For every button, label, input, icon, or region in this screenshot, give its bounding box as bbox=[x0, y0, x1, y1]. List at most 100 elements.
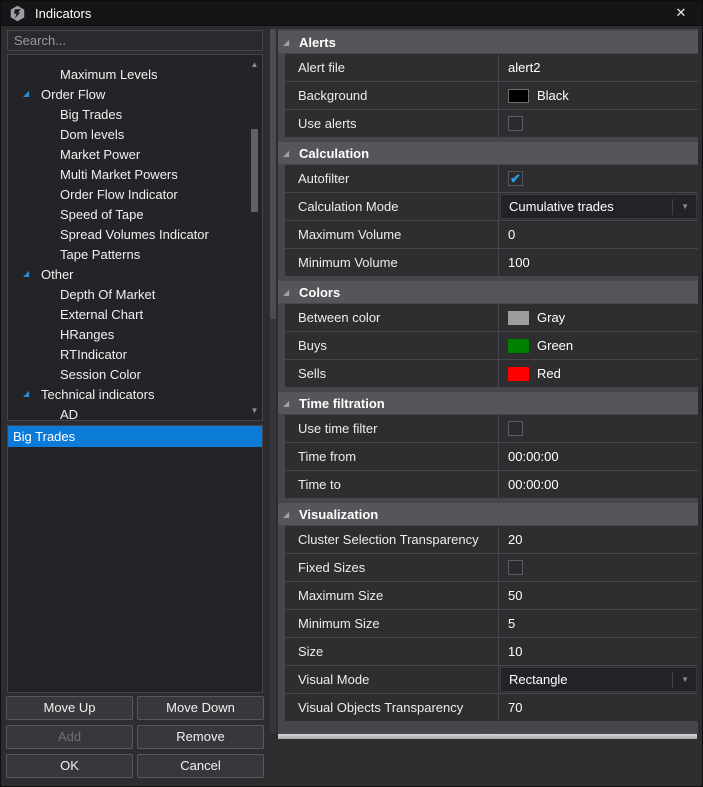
tree-item-hranges[interactable]: HRanges bbox=[8, 324, 262, 344]
checkbox[interactable] bbox=[508, 116, 523, 131]
tree-item-market-power[interactable]: Market Power bbox=[8, 144, 262, 164]
tree-item-depth-of-market[interactable]: Depth Of Market bbox=[8, 284, 262, 304]
value-text[interactable]: 20 bbox=[508, 532, 522, 547]
move-up-button[interactable]: Move Up bbox=[6, 696, 133, 720]
prop-value[interactable]: 50 bbox=[499, 582, 698, 609]
section-header-colors[interactable]: ◢ Colors bbox=[278, 281, 698, 303]
prop-value[interactable]: Green bbox=[499, 332, 698, 359]
expander-icon[interactable]: ◢ bbox=[23, 264, 34, 284]
value-text[interactable]: 00:00:00 bbox=[508, 449, 559, 464]
remove-button[interactable]: Remove bbox=[137, 725, 264, 749]
scrollbar-thumb[interactable] bbox=[251, 129, 258, 212]
dropdown-value: Rectangle bbox=[509, 672, 568, 687]
prop-value[interactable] bbox=[499, 110, 698, 137]
collapse-icon[interactable]: ◢ bbox=[283, 288, 295, 297]
move-down-button[interactable]: Move Down bbox=[137, 696, 264, 720]
prop-row-alert-file: Alert file alert2 bbox=[285, 54, 698, 81]
properties-scrollbar[interactable] bbox=[270, 29, 276, 734]
prop-value[interactable]: 70 bbox=[499, 694, 698, 721]
tree-item-technical-indicators[interactable]: ◢ Technical indicators bbox=[8, 384, 262, 404]
add-button[interactable]: Add bbox=[6, 725, 133, 749]
checkbox[interactable] bbox=[508, 421, 523, 436]
value-text[interactable]: 5 bbox=[508, 616, 515, 631]
dropdown[interactable]: Rectangle ▼ bbox=[500, 667, 697, 692]
prop-value[interactable] bbox=[499, 415, 698, 442]
value-text[interactable]: 10 bbox=[508, 644, 522, 659]
expander-icon[interactable]: ◢ bbox=[23, 84, 34, 104]
title-bar[interactable]: Indicators ✕ bbox=[1, 1, 702, 26]
selected-indicators-list[interactable]: Big Trades bbox=[7, 425, 263, 693]
list-item-big-trades[interactable]: Big Trades bbox=[8, 426, 262, 447]
close-icon[interactable]: ✕ bbox=[666, 1, 696, 26]
prop-value[interactable]: Cumulative trades ▼ bbox=[499, 193, 698, 220]
tree-item-session-color[interactable]: Session Color bbox=[8, 364, 262, 384]
prop-value[interactable]: 10 bbox=[499, 638, 698, 665]
color-swatch[interactable] bbox=[508, 366, 529, 381]
collapse-icon[interactable]: ◢ bbox=[283, 149, 295, 158]
collapse-icon[interactable]: ◢ bbox=[283, 38, 295, 47]
prop-value[interactable]: alert2 bbox=[499, 54, 698, 81]
dropdown[interactable]: Cumulative trades ▼ bbox=[500, 194, 697, 219]
section-title: Alerts bbox=[299, 34, 336, 50]
prop-value[interactable]: Red bbox=[499, 360, 698, 387]
indicator-tree[interactable]: Maximum Levels ◢ Order Flow Big Trades Dom l… bbox=[7, 54, 263, 421]
tree-item-external-chart[interactable]: External Chart bbox=[8, 304, 262, 324]
tree-item-tape-patterns[interactable]: Tape Patterns bbox=[8, 244, 262, 264]
checkbox[interactable] bbox=[508, 560, 523, 575]
value-text[interactable]: 00:00:00 bbox=[508, 477, 559, 492]
value-text[interactable]: 70 bbox=[508, 700, 522, 715]
section-header-visualization[interactable]: ◢ Visualization bbox=[278, 503, 698, 525]
prop-value[interactable]: 20 bbox=[499, 526, 698, 553]
section-title: Visualization bbox=[299, 506, 379, 522]
prop-label: Sells bbox=[285, 360, 499, 387]
tree-item-speed-of-tape[interactable]: Speed of Tape bbox=[8, 204, 262, 224]
prop-value[interactable]: ✔ bbox=[499, 165, 698, 192]
scroll-up-icon[interactable]: ▲ bbox=[248, 58, 261, 72]
prop-value[interactable]: Rectangle ▼ bbox=[499, 666, 698, 693]
collapse-icon[interactable]: ◢ bbox=[283, 399, 295, 408]
prop-value[interactable]: Black bbox=[499, 82, 698, 109]
tree-item-order-flow[interactable]: ◢ Order Flow bbox=[8, 84, 262, 104]
color-swatch[interactable] bbox=[508, 310, 529, 325]
prop-label: Minimum Volume bbox=[285, 249, 499, 276]
prop-row-sells: Sells Red bbox=[285, 360, 698, 387]
tree-scrollbar[interactable]: ▲ ▼ bbox=[248, 56, 261, 420]
collapse-icon[interactable]: ◢ bbox=[283, 510, 295, 519]
prop-value[interactable] bbox=[499, 554, 698, 581]
prop-value[interactable]: 5 bbox=[499, 610, 698, 637]
value-text[interactable]: 0 bbox=[508, 227, 515, 242]
tree-item-order-flow-indicator[interactable]: Order Flow Indicator bbox=[8, 184, 262, 204]
tree-item-rtindicator[interactable]: RTIndicator bbox=[8, 344, 262, 364]
prop-row-visual-objects-transparency: Visual Objects Transparency 70 bbox=[285, 694, 698, 721]
tree-item-maximum-levels[interactable]: Maximum Levels bbox=[8, 64, 262, 84]
tree-item-label: Other bbox=[41, 266, 74, 282]
section-header-calculation[interactable]: ◢ Calculation bbox=[278, 142, 698, 164]
value-text[interactable]: 50 bbox=[508, 588, 522, 603]
tree-item-other[interactable]: ◢ Other bbox=[8, 264, 262, 284]
tree-item-ad[interactable]: AD bbox=[8, 404, 262, 421]
expander-icon[interactable]: ◢ bbox=[23, 384, 34, 404]
ok-button[interactable]: OK bbox=[6, 754, 133, 778]
prop-value[interactable]: 100 bbox=[499, 249, 698, 276]
checkbox[interactable]: ✔ bbox=[508, 171, 523, 186]
splitter-grip-icon: ∙∙ bbox=[484, 733, 491, 740]
scrollbar-thumb[interactable] bbox=[270, 29, 276, 319]
value-text[interactable]: 100 bbox=[508, 255, 530, 270]
prop-value[interactable]: 00:00:00 bbox=[499, 471, 698, 498]
cancel-button[interactable]: Cancel bbox=[137, 754, 264, 778]
tree-item-big-trades[interactable]: Big Trades bbox=[8, 104, 262, 124]
prop-value[interactable]: 00:00:00 bbox=[499, 443, 698, 470]
tree-item-spread-volumes-indicator[interactable]: Spread Volumes Indicator bbox=[8, 224, 262, 244]
prop-value[interactable]: Gray bbox=[499, 304, 698, 331]
scroll-down-icon[interactable]: ▼ bbox=[248, 404, 261, 418]
section-header-time-filtration[interactable]: ◢ Time filtration bbox=[278, 392, 698, 414]
tree-item-multi-market-powers[interactable]: Multi Market Powers bbox=[8, 164, 262, 184]
prop-label: Size bbox=[285, 638, 499, 665]
section-header-alerts[interactable]: ◢ Alerts bbox=[278, 31, 698, 53]
color-swatch[interactable] bbox=[508, 88, 529, 103]
prop-value[interactable]: 0 bbox=[499, 221, 698, 248]
value-text[interactable]: alert2 bbox=[508, 60, 541, 75]
search-input[interactable] bbox=[7, 30, 263, 51]
tree-item-dom-levels[interactable]: Dom levels bbox=[8, 124, 262, 144]
color-swatch[interactable] bbox=[508, 338, 529, 353]
